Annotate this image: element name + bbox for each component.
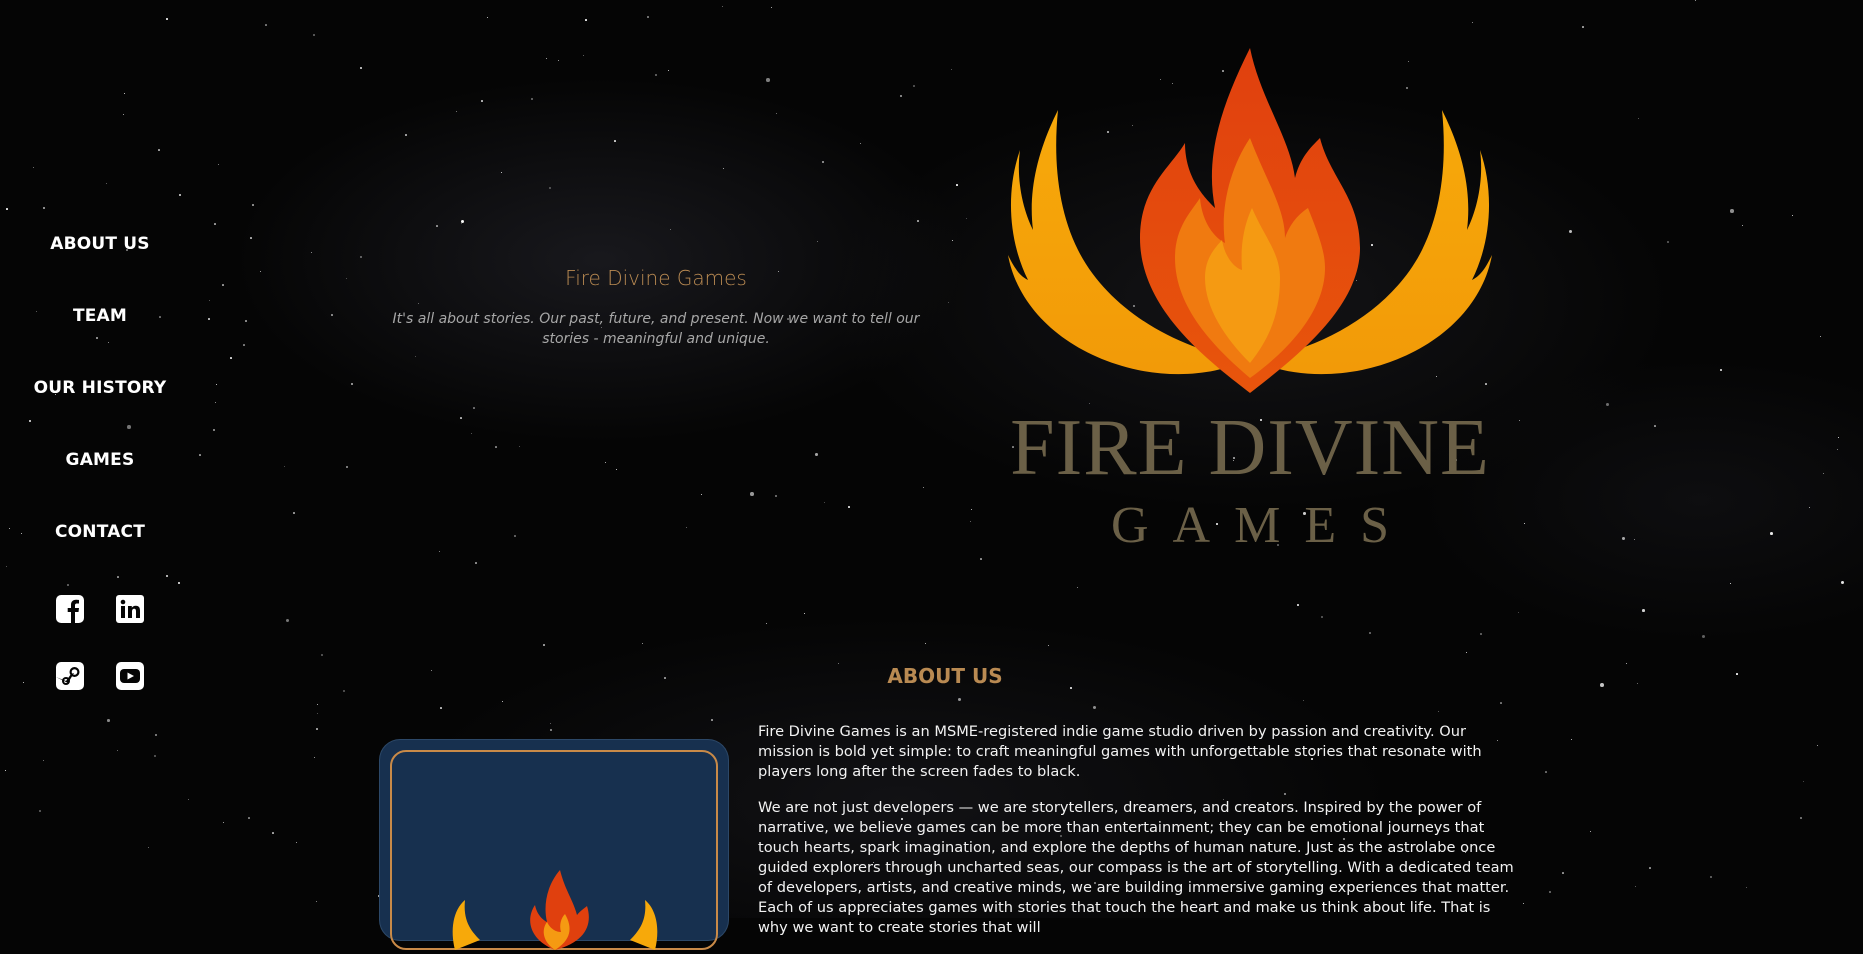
about-us-heading: ABOUT US [887, 664, 1003, 688]
steam-icon[interactable] [55, 661, 85, 691]
card-phoenix-icon [452, 870, 658, 950]
about-us-text: Fire Divine Games is an MSME-registered … [758, 722, 1518, 954]
about-paragraph-2: We are not just developers — we are stor… [758, 799, 1514, 936]
hero-title: Fire Divine Games [565, 266, 747, 290]
nav-games[interactable]: GAMES [0, 450, 200, 470]
studio-logo-card [380, 740, 728, 950]
logo-word-fire-divine: FIRE DIVINE [1010, 404, 1490, 492]
facebook-icon[interactable] [55, 594, 85, 624]
sidebar-nav: ABOUT US TEAM OUR HISTORY GAMES CONTACT [0, 0, 200, 918]
hero-tagline: It's all about stories. Our past, future… [392, 311, 920, 347]
linkedin-icon[interactable] [115, 594, 145, 624]
nav-our-history[interactable]: OUR HISTORY [0, 378, 200, 398]
about-paragraph-1: Fire Divine Games is an MSME-registered … [758, 723, 1482, 780]
logo-word-games: GAMES [1110, 497, 1414, 554]
nav-about-us[interactable]: ABOUT US [0, 234, 200, 254]
nav-contact[interactable]: CONTACT [0, 522, 200, 542]
youtube-icon[interactable] [115, 661, 145, 691]
brand-logo: FIRE DIVINE GAMES [990, 48, 1510, 558]
phoenix-flame-icon [1008, 48, 1492, 393]
nav-team[interactable]: TEAM [0, 306, 200, 326]
